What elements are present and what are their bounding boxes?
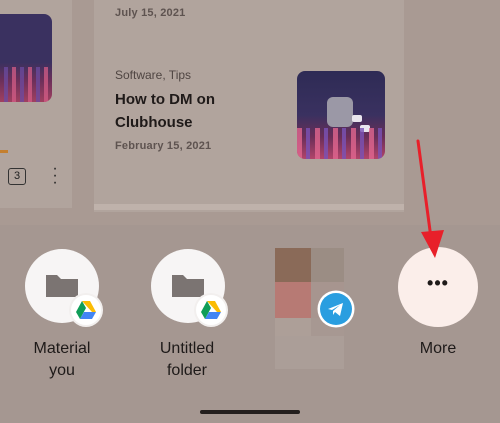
gesture-home-bar[interactable] xyxy=(200,410,300,414)
annotation-arrow xyxy=(416,139,444,258)
